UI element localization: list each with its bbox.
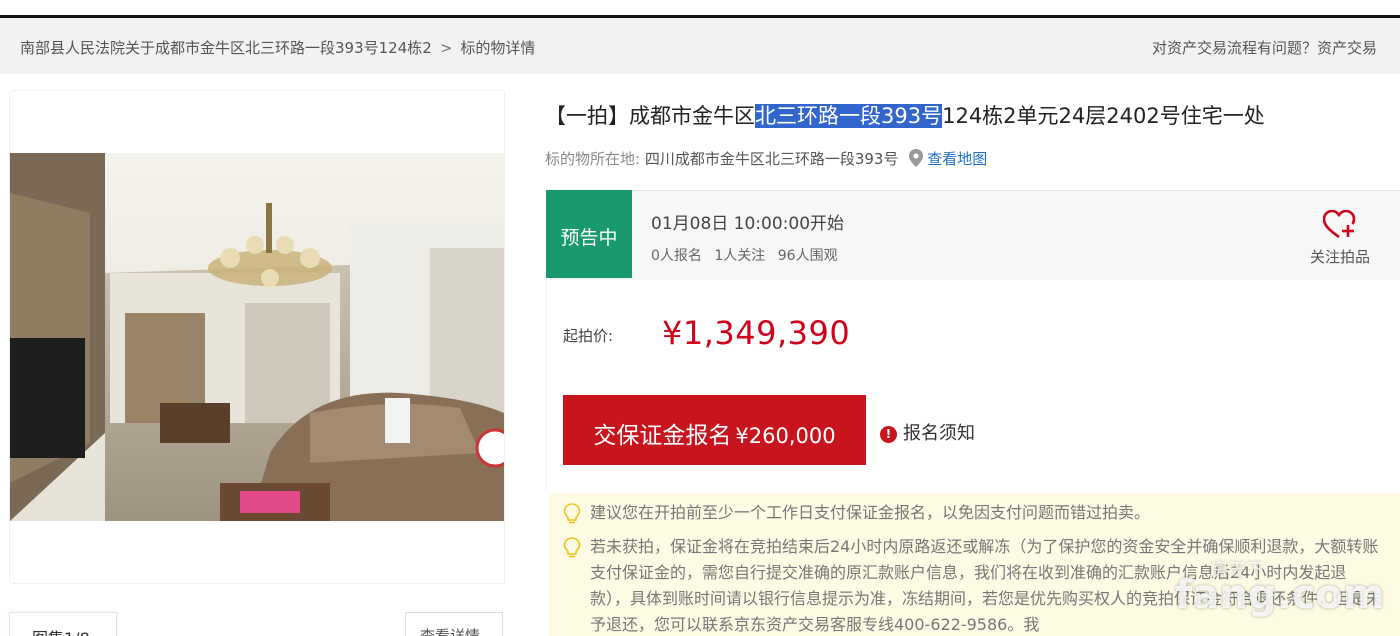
title-suffix: 124栋2单元24层2402号住宅一处: [942, 104, 1265, 128]
breadcrumb-separator: >: [439, 39, 453, 57]
help-link[interactable]: 对资产交易流程有问题？资产交易: [1152, 37, 1377, 58]
follower-count: 1人关注: [714, 248, 766, 264]
breadcrumb-court-link[interactable]: 南部县人民法院关于成都市金牛区北三环路一段393号124栋2: [20, 39, 432, 57]
signup-notice-link[interactable]: ! 报名须知: [880, 419, 975, 445]
notice-label: 报名须知: [903, 423, 975, 444]
pay-deposit-signup-button[interactable]: 交保证金报名 ¥260,000: [563, 395, 866, 465]
deposit-label: 交保证金报名: [593, 423, 732, 449]
property-photo[interactable]: [10, 153, 504, 521]
starting-price-value: ¥1,349,390: [662, 314, 851, 352]
status-card: [546, 190, 1400, 280]
breadcrumb-bar: 南部县人民法院关于成都市金牛区北三环路一段393号124栋2 > 标的物详情 对资产…: [0, 18, 1400, 74]
view-details-button[interactable]: 查看详情: [405, 612, 503, 636]
deposit-amount: ¥260,000: [735, 424, 836, 448]
living-room-image: [10, 153, 504, 521]
lightbulb-icon: [563, 503, 581, 524]
tip-text: 建议您在开拍前至少一个工作日支付保证金报名，以免因支付问题而错过拍卖。: [590, 503, 1151, 522]
title-prefix: 【一拍】成都市金牛区: [545, 104, 755, 128]
watcher-count: 96人围观: [777, 248, 838, 264]
watermark-brand: fang.com: [1175, 572, 1385, 618]
lightbulb-icon: [563, 537, 581, 558]
auction-stats: 0人报名 1人关注 96人围观: [651, 245, 846, 265]
start-time: 01月08日 10:00:00开始: [651, 214, 845, 234]
location-label: 标的物所在地:: [545, 150, 641, 168]
view-map-link[interactable]: 查看地图: [927, 150, 987, 168]
status-badge: 预告中: [546, 190, 632, 278]
follow-label: 关注拍品: [1309, 248, 1370, 266]
starting-price-label: 起拍价:: [563, 327, 614, 345]
breadcrumb: 南部县人民法院关于成都市金牛区北三环路一段393号124栋2 > 标的物详情: [20, 37, 535, 58]
signup-count: 0人报名: [651, 248, 702, 264]
alert-icon: !: [880, 426, 897, 443]
title-highlight: 北三环路一段393号: [755, 104, 943, 128]
location-value: 四川成都市金牛区北三环路一段393号: [644, 150, 899, 168]
album-tab[interactable]: 图集1/8: [9, 612, 117, 636]
follow-item-button[interactable]: 关注拍品: [1302, 210, 1378, 267]
breadcrumb-current: 标的物详情: [460, 39, 536, 57]
tip-item: 建议您在开拍前至少一个工作日支付保证金报名，以免因支付问题而错过拍卖。: [563, 500, 1383, 526]
heart-plus-icon: [1323, 210, 1356, 239]
location-pin-icon: [909, 149, 924, 167]
item-location: 标的物所在地: 四川成都市金牛区北三环路一段393号 查看地图: [545, 148, 987, 169]
item-title: 【一拍】成都市金牛区北三环路一段393号124栋2单元24层2402号住宅一处: [545, 100, 1265, 130]
